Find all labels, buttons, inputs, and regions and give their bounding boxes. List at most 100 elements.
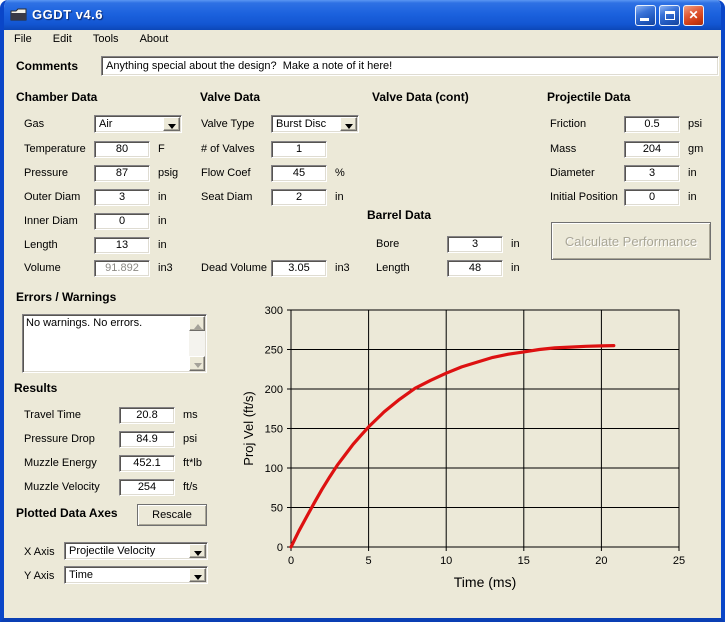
muzzle-velocity-label: Muzzle Velocity [24,481,119,493]
initial-position-label: Initial Position [550,191,624,203]
valve-type-combobox[interactable]: Burst Disc [271,115,359,133]
outer-diam-unit: in [158,191,167,203]
dead-volume-label: Dead Volume [201,262,271,274]
calculate-performance-button[interactable]: Calculate Performance [551,222,711,260]
bore-unit: in [511,238,520,250]
x-axis-value: Projectile Velocity [69,545,155,557]
x-axis-dropdown-button[interactable] [189,544,206,558]
y-axis-combobox[interactable]: Time [64,566,208,584]
valve-type-label: Valve Type [201,118,271,130]
scroll-down-button[interactable] [189,356,205,371]
seat-diam-label: Seat Diam [201,191,271,203]
muzzle-velocity-readout [119,479,175,496]
y-tick-label: 150 [265,424,283,436]
x-tick-label: 15 [518,555,530,567]
bore-label: Bore [376,238,447,250]
app-icon [10,7,27,22]
minimize-icon [640,18,649,21]
dead-volume-input[interactable] [271,260,327,277]
maximize-button[interactable] [659,5,680,26]
x-axis-label: X Axis [24,546,55,558]
titlebar: GGDT v4.6 ✕ [0,0,725,30]
app-window: GGDT v4.6 ✕ File Edit Tools About Commen… [0,0,725,622]
initial-position-input[interactable] [624,189,680,206]
y-axis-value: Time [69,569,93,581]
y-tick-label: 0 [277,542,283,554]
mass-unit: gm [688,143,703,155]
y-tick-label: 250 [265,345,283,357]
mass-input[interactable] [624,141,680,158]
chevron-down-icon [345,124,353,133]
barrel-length-input[interactable] [447,260,503,277]
scroll-up-button[interactable] [189,316,205,331]
velocity-curve [291,346,614,547]
gas-dropdown-button[interactable] [163,117,180,131]
initial-position-unit: in [688,191,697,203]
comments-label: Comments [16,59,78,73]
x-tick-label: 0 [288,555,294,567]
errors-heading: Errors / Warnings [16,290,116,304]
mass-label: Mass [550,143,624,155]
barrel-heading: Barrel Data [367,208,431,222]
seat-diam-input[interactable] [271,189,327,206]
inner-diam-unit: in [158,215,167,227]
muzzle-energy-label: Muzzle Energy [24,457,119,469]
menu-about[interactable]: About [132,30,177,50]
y-tick-label: 50 [271,503,283,515]
pressure-drop-label: Pressure Drop [24,433,119,445]
y-tick-label: 100 [265,463,283,475]
menu-edit[interactable]: Edit [45,30,80,50]
diameter-label: Diameter [550,167,624,179]
num-valves-input[interactable] [271,141,327,158]
barrel-length-unit: in [511,262,520,274]
menu-tools[interactable]: Tools [85,30,127,50]
pressure-input[interactable] [94,165,150,182]
performance-chart: 0510152025050100150200250300Time (ms)Pro… [241,296,725,600]
window-title: GGDT v4.6 [32,7,103,22]
bore-input[interactable] [447,236,503,253]
x-axis-combobox[interactable]: Projectile Velocity [64,542,208,560]
results-heading: Results [14,381,57,395]
inner-diam-input[interactable] [94,213,150,230]
close-button[interactable]: ✕ [683,5,704,26]
y-tick-label: 200 [265,384,283,396]
minimize-button[interactable] [635,5,656,26]
valve-heading: Valve Data [200,90,260,104]
chamber-length-label: Length [24,239,94,251]
temperature-input[interactable] [94,141,150,158]
travel-time-label: Travel Time [24,409,119,421]
seat-diam-unit: in [335,191,344,203]
temperature-unit: F [158,143,165,155]
y-tick-label: 300 [265,305,283,317]
muzzle-energy-unit: ft*lb [183,457,202,469]
valve-type-dropdown-button[interactable] [340,117,357,131]
close-icon: ✕ [684,8,703,22]
travel-time-unit: ms [183,409,198,421]
volume-label: Volume [24,262,94,274]
gas-combobox[interactable]: Air [94,115,182,133]
flow-coef-input[interactable] [271,165,327,182]
x-tick-label: 25 [673,555,685,567]
temperature-label: Temperature [24,143,94,155]
diameter-input[interactable] [624,165,680,182]
errors-textarea[interactable]: No warnings. No errors. [22,314,207,373]
comments-input[interactable] [101,56,719,76]
chamber-length-unit: in [158,239,167,251]
volume-readout [94,260,150,277]
valve-cont-heading: Valve Data (cont) [372,90,469,104]
y-axis-dropdown-button[interactable] [189,568,206,582]
muzzle-velocity-unit: ft/s [183,481,198,493]
diameter-unit: in [688,167,697,179]
errors-text: No warnings. No errors. [26,317,185,329]
plotted-axes-heading: Plotted Data Axes [16,506,118,520]
outer-diam-input[interactable] [94,189,150,206]
friction-input[interactable] [624,116,680,133]
menu-file[interactable]: File [6,30,40,50]
arrow-down-icon [194,363,202,372]
rescale-button[interactable]: Rescale [137,504,207,526]
chamber-length-input[interactable] [94,237,150,254]
errors-scrollbar[interactable] [189,316,205,371]
x-tick-label: 10 [440,555,452,567]
maximize-icon [665,11,675,20]
chamber-heading: Chamber Data [16,90,97,104]
